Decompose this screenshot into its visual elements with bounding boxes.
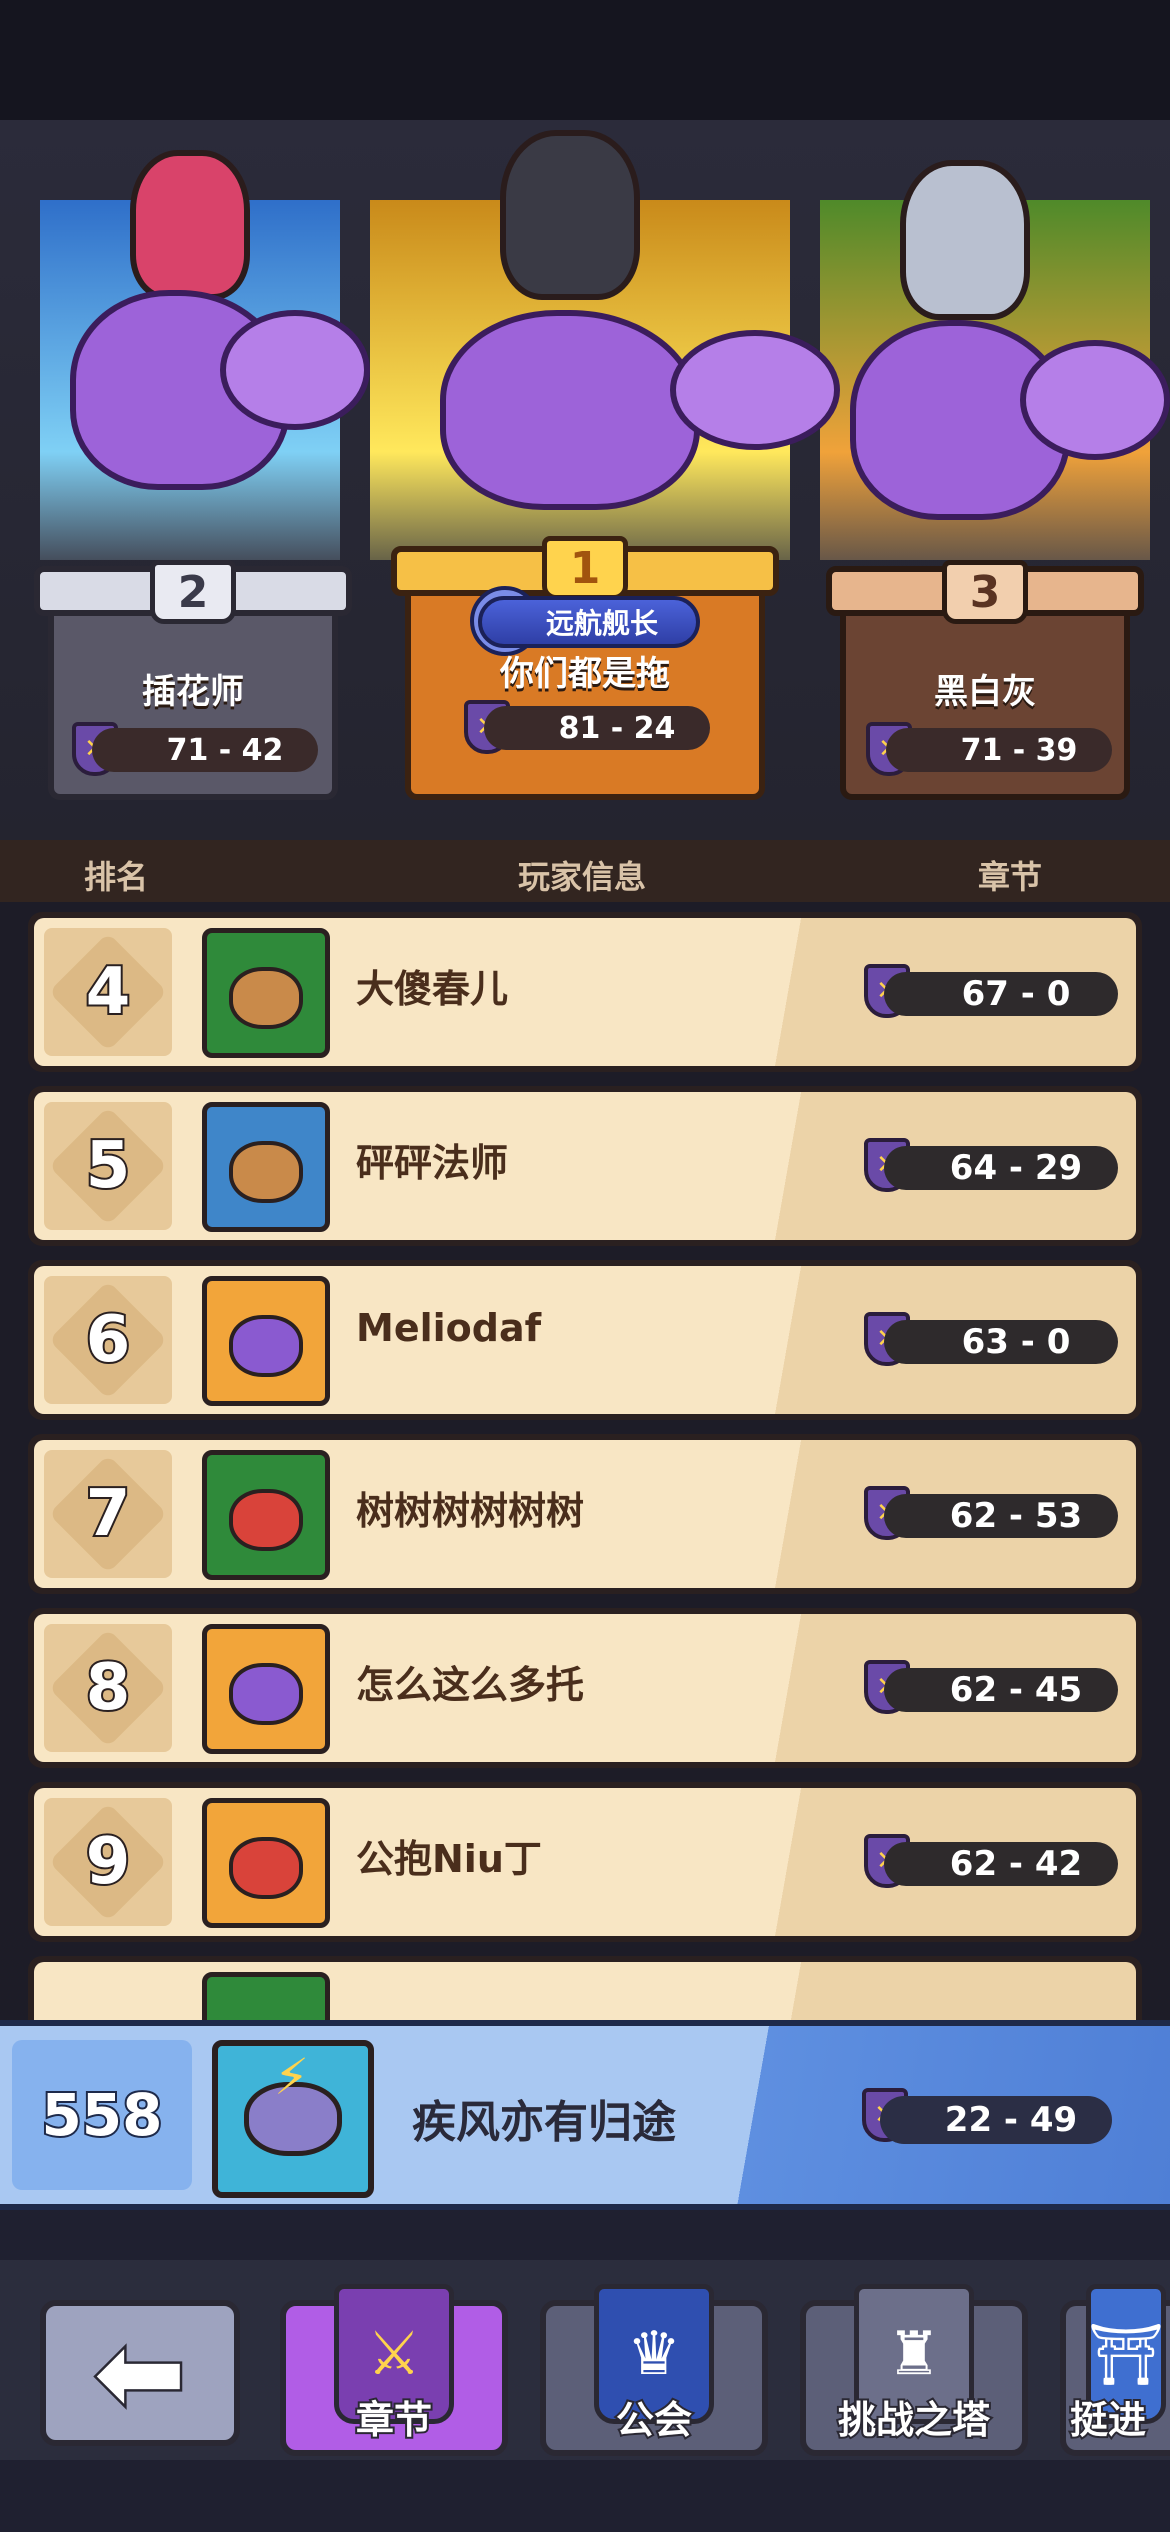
- chapter-score: 62 - 45: [884, 1668, 1118, 1712]
- player-avatar[interactable]: [202, 1972, 330, 2020]
- tab-challenge-tower[interactable]: ♜ 挑战之塔: [800, 2284, 1028, 2456]
- podium-score-third: 71 - 39: [886, 728, 1112, 772]
- header-player-info: 玩家信息: [518, 858, 647, 896]
- table-row[interactable]: 5 砰砰法师 ✕ 64 - 29: [28, 1086, 1142, 1246]
- character-third: [830, 140, 1170, 560]
- player-name: Meliodaf: [356, 1306, 542, 1350]
- player-avatar[interactable]: [202, 1624, 330, 1754]
- ranking-list[interactable]: 4 大傻春儿 ✕ 67 - 0 5 砰砰法师 ✕ 64 - 29 6 Melio…: [0, 902, 1170, 2020]
- title-badge: 远航舰长: [478, 596, 700, 648]
- back-button[interactable]: ⬅: [40, 2300, 240, 2446]
- player-avatar[interactable]: [202, 928, 330, 1058]
- player-name: 树树树树树树: [356, 1489, 585, 1533]
- player-avatar[interactable]: [202, 1450, 330, 1580]
- status-bar-area: [0, 0, 1170, 120]
- rank-crown-third: 3: [942, 560, 1028, 624]
- podium-score-second: 71 - 42: [92, 728, 318, 772]
- character-second: [30, 130, 370, 550]
- chapter-score: 62 - 42: [884, 1842, 1118, 1886]
- podium-name-third: 黑白灰: [934, 672, 1036, 712]
- table-row-partial[interactable]: [28, 1956, 1142, 2020]
- lightning-icon: ⚡: [274, 2048, 310, 2106]
- rank-number: 8: [84, 1649, 133, 1727]
- character-first: [420, 110, 840, 550]
- my-rank-number: 558: [12, 2040, 192, 2190]
- podium-name-second: 插花师: [142, 672, 244, 712]
- my-rank-bar[interactable]: 558 ⚡ 疾风亦有归途 ✕ 22 - 49: [0, 2020, 1170, 2210]
- header-rank: 排名: [84, 858, 149, 896]
- arrow-left-icon: ⬅: [91, 2309, 188, 2437]
- player-name: 怎么这么多托: [356, 1663, 585, 1707]
- chapter-score: 67 - 0: [884, 972, 1118, 1016]
- podium-score-first: 81 - 24: [484, 706, 710, 750]
- player-avatar[interactable]: [202, 1798, 330, 1928]
- tab-guild[interactable]: ♛ 公会: [540, 2284, 768, 2456]
- header-chapter: 章节: [978, 858, 1043, 896]
- player-name: 砰砰法师: [356, 1141, 509, 1185]
- chapter-score: 62 - 53: [884, 1494, 1118, 1538]
- rank-number: 4: [84, 953, 133, 1031]
- rank-number: 6: [84, 1301, 133, 1379]
- rank-crown-second: 2: [150, 560, 236, 624]
- rank-number: 7: [84, 1475, 133, 1553]
- player-name: 公抱Niu丁: [356, 1837, 542, 1881]
- rank-crown-first: 1: [542, 536, 628, 600]
- player-avatar[interactable]: [202, 1276, 330, 1406]
- table-row[interactable]: 7 树树树树树树 ✕ 62 - 53: [28, 1434, 1142, 1594]
- my-avatar[interactable]: ⚡: [212, 2040, 374, 2198]
- rank-number: 9: [84, 1823, 133, 1901]
- tab-chapter[interactable]: ⚔ 章节: [280, 2284, 508, 2456]
- table-row[interactable]: 4 大傻春儿 ✕ 67 - 0: [28, 912, 1142, 1072]
- podium-name-first: 你们都是拖: [500, 654, 670, 694]
- chapter-score: 64 - 29: [884, 1146, 1118, 1190]
- chapter-score: 63 - 0: [884, 1320, 1118, 1364]
- rank-number: 5: [84, 1127, 133, 1205]
- player-avatar[interactable]: [202, 1102, 330, 1232]
- my-chapter-score: 22 - 49: [880, 2096, 1112, 2144]
- player-name: 大傻春儿: [356, 967, 509, 1011]
- table-row[interactable]: 8 怎么这么多托 ✕ 62 - 45: [28, 1608, 1142, 1768]
- table-row[interactable]: 6 Meliodaf ✕ 63 - 0: [28, 1260, 1142, 1420]
- my-player-name: 疾风亦有归途: [412, 2097, 676, 2148]
- table-row[interactable]: 9 公抱Niu丁 ✕ 62 - 42: [28, 1782, 1142, 1942]
- tab-advance[interactable]: ⛩ 挺进: [1060, 2284, 1170, 2456]
